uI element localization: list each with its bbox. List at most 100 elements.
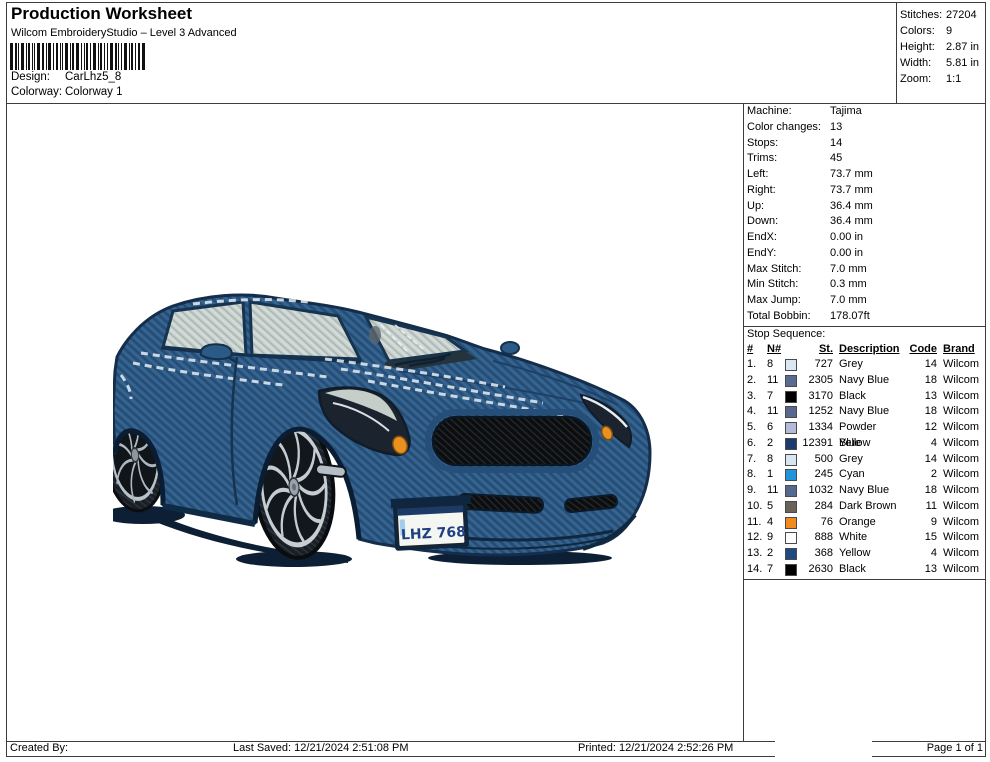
stitch-count: 284 [797,499,833,515]
machine-info-label: Total Bobbin: [747,309,830,325]
needle-number: 11 [767,483,784,499]
thread-brand: Wilcom [937,467,979,483]
thread-brand: Wilcom [937,404,979,420]
machine-info-row: Max Jump: 7.0 mm [747,293,985,309]
machine-info-row: Left: 73.7 mm [747,167,985,183]
stop-sequence-row: 10. 5 284 Dark Brown 11 Wilcom [747,499,983,515]
col-header-needle: N# [767,342,784,357]
row-number: 4. [747,404,767,420]
machine-info-value: 0.00 in [830,246,863,262]
colorway-label: Colorway: [11,86,65,98]
thread-description: Dark Brown [833,499,901,515]
grille [428,412,596,470]
thread-color-swatch [785,548,797,560]
machine-info-row: EndX: 0.00 in [747,230,985,246]
design-summary-box: Stitches: 27204 Colors: 9 Height: 2.87 i… [900,7,984,87]
thread-code: 2 [901,467,937,483]
thread-color-swatch [785,359,797,371]
col-header-swatch [784,342,797,357]
machine-info-value: 14 [830,136,842,152]
thread-code: 18 [901,373,937,389]
needle-number: 1 [767,467,784,483]
stitch-count: 245 [797,467,833,483]
machine-info-row: Right: 73.7 mm [747,183,985,199]
thread-description: Navy Blue [833,373,901,389]
summary-label: Height: [900,39,946,55]
thread-brand: Wilcom [937,546,979,562]
page-border-bottom-left [6,756,775,757]
created-by-label: Created By: [10,742,68,754]
summary-row: Stitches: 27204 [900,7,984,23]
stop-sequence-bottom-border [743,579,985,580]
stop-sequence-row: 13. 2 368 Yellow 4 Wilcom [747,546,983,562]
design-value: CarLhz5_8 [65,71,121,83]
row-number: 3. [747,389,767,405]
thread-color-swatch [785,438,797,450]
needle-number: 8 [767,357,784,373]
thread-color-swatch [785,375,797,387]
thread-description: Orange [833,515,901,531]
thread-color-swatch [785,564,797,576]
summary-label: Width: [900,55,946,71]
row-number: 2. [747,373,767,389]
stop-sequence-row: 8. 1 245 Cyan 2 Wilcom [747,467,983,483]
thread-swatch-cell [784,357,797,373]
thread-brand: Wilcom [937,515,979,531]
thread-swatch-cell [784,483,797,499]
thread-code: 13 [901,562,937,578]
thread-description: Black [833,562,901,578]
machine-info-value: 36.4 mm [830,214,873,230]
machine-info-row: Total Bobbin: 178.07ft [747,309,985,325]
thread-code: 14 [901,357,937,373]
thread-color-swatch [785,501,797,513]
stop-sequence-row: 4. 11 1252 Navy Blue 18 Wilcom [747,404,983,420]
stop-sequence-table: # N# St. Description Code Brand 1. 8 727… [747,342,983,578]
last-saved-label: Last Saved: 12/21/2024 2:51:08 PM [233,742,409,754]
machine-info-label: Down: [747,214,830,230]
row-number: 11. [747,515,767,531]
design-label: Design: [11,71,65,83]
summary-value: 1:1 [946,71,961,87]
stop-sequence-row: 14. 7 2630 Black 13 Wilcom [747,562,983,578]
stitch-count: 500 [797,452,833,468]
needle-number: 11 [767,404,784,420]
col-header-description: Description [833,342,901,357]
col-header-num: # [747,342,767,357]
col-header-brand: Brand [937,342,979,357]
row-number: 9. [747,483,767,499]
needle-number: 5 [767,499,784,515]
page-border-left [6,2,7,757]
thread-swatch-cell [784,373,797,389]
row-number: 8. [747,467,767,483]
summary-label: Zoom: [900,71,946,87]
machine-info-value: Tajima [830,104,862,120]
colorway-value: Colorway 1 [65,86,123,98]
thread-swatch-cell [784,436,797,452]
thread-code: 9 [901,515,937,531]
thread-description: Navy Blue [833,483,901,499]
col-header-code: Code [901,342,937,357]
thread-code: 11 [901,499,937,515]
stop-sequence-header-row: # N# St. Description Code Brand [747,342,983,357]
summary-value: 27204 [946,7,977,23]
needle-number: 4 [767,515,784,531]
printed-label: Printed: 12/21/2024 2:52:26 PM [578,742,733,754]
summary-value: 2.87 in [946,39,979,55]
thread-brand: Wilcom [937,436,979,452]
far-side-mirror [501,342,519,354]
machine-info-label: Max Stitch: [747,262,830,278]
summary-row: Colors: 9 [900,23,984,39]
machine-info-value: 45 [830,151,842,167]
stop-sequence-row: 9. 11 1032 Navy Blue 18 Wilcom [747,483,983,499]
stitch-count: 888 [797,530,833,546]
thread-code: 15 [901,530,937,546]
stop-sequence-row: 11. 4 76 Orange 9 Wilcom [747,515,983,531]
machine-info-panel: Machine: Tajima Color changes: 13 Stops:… [747,104,985,325]
row-number: 12. [747,530,767,546]
stop-sequence-row: 1. 8 727 Grey 14 Wilcom [747,357,983,373]
needle-number: 8 [767,452,784,468]
machine-info-value: 73.7 mm [830,183,873,199]
interior-mirror-silhouette [369,326,381,344]
thread-code: 18 [901,483,937,499]
stitch-count: 2630 [797,562,833,578]
